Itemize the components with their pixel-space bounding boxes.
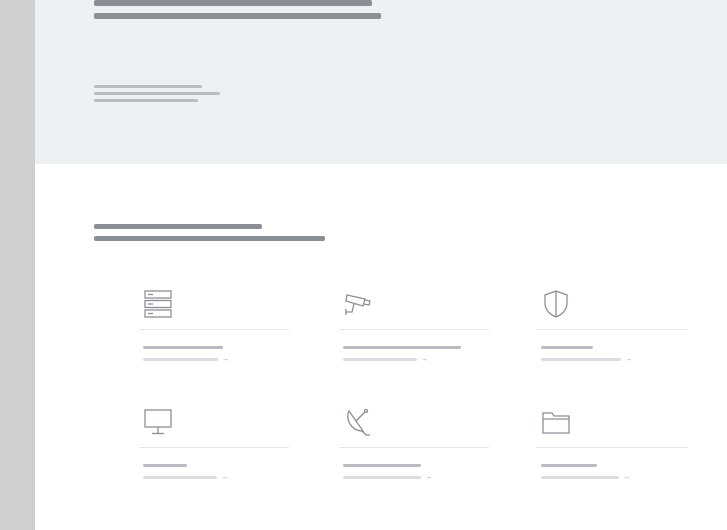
folder-icon [541,407,571,437]
hero-title-line-1-placeholder [94,0,372,6]
card-divider [139,447,289,448]
card-link[interactable]: → [541,474,630,481]
card-title-placeholder [343,346,461,349]
arrow-right-icon[interactable]: → [221,474,228,481]
left-gutter [0,0,35,530]
card-link[interactable]: → [343,356,428,363]
card-link-placeholder [343,358,417,361]
hero-note [94,85,220,106]
card-title [343,346,461,349]
card-title-placeholder [541,346,593,349]
arrow-right-icon[interactable]: → [625,356,632,363]
service-card-1[interactable]: → [139,289,293,399]
arrow-right-icon[interactable]: → [623,474,630,481]
card-link-placeholder [343,476,421,479]
card-title [541,464,597,467]
service-card-2[interactable]: → [339,289,493,399]
satellite-dish-icon [343,407,373,437]
card-title-placeholder [143,464,187,467]
card-title [541,346,593,349]
service-card-3[interactable]: → [537,289,691,399]
arrow-right-icon[interactable]: → [421,356,428,363]
card-title [143,346,223,349]
card-title [143,464,187,467]
service-card-4[interactable]: → [139,407,293,517]
service-card-6[interactable]: → [537,407,691,517]
card-divider [537,447,687,448]
card-title [343,464,421,467]
hero-note-line-2-placeholder [94,92,220,95]
card-title-placeholder [541,464,597,467]
card-title-placeholder [143,346,223,349]
card-title-placeholder [343,464,421,467]
card-divider [339,329,489,330]
section-title-line-1-placeholder [94,224,262,229]
card-link-placeholder [541,476,619,479]
card-link-placeholder [143,358,218,361]
monitor-icon [143,407,173,437]
card-divider [339,447,489,448]
server-icon [143,289,173,319]
section-title [94,224,325,248]
hero-title-line-2-placeholder [94,13,381,19]
card-link[interactable]: → [541,356,632,363]
card-link-placeholder [143,476,217,479]
arrow-right-icon[interactable]: → [222,356,229,363]
shield-icon [541,289,571,319]
card-divider [139,329,289,330]
card-link[interactable]: → [343,474,432,481]
service-card-5[interactable]: → [339,407,493,517]
card-divider [537,329,687,330]
hero-title [94,0,381,25]
hero-note-line-3-placeholder [94,99,198,102]
arrow-right-icon[interactable]: → [425,474,432,481]
card-link[interactable]: → [143,356,229,363]
card-link[interactable]: → [143,474,228,481]
hero-note-line-1-placeholder [94,85,202,88]
card-link-placeholder [541,358,621,361]
section-title-line-2-placeholder [94,236,325,241]
cctv-camera-icon [343,289,373,319]
